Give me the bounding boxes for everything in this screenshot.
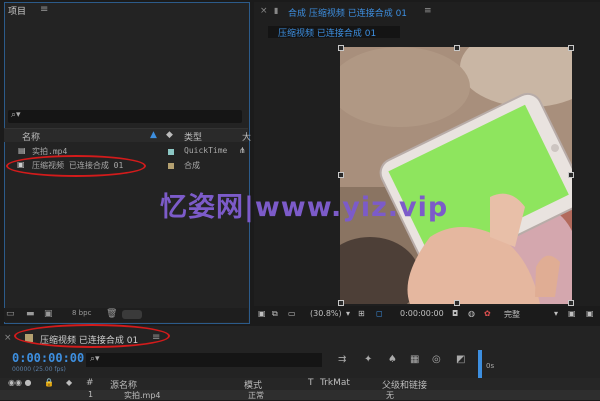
layer-index: 1 (88, 390, 94, 399)
layer-parent[interactable]: 无 (386, 390, 394, 401)
thumbnail-slider[interactable] (122, 310, 142, 319)
annotation-oval (6, 155, 146, 177)
zoom-value[interactable]: (30.8%) (310, 309, 342, 318)
close-icon[interactable]: × (260, 6, 268, 16)
view-layout-icon[interactable]: ▣ (586, 309, 594, 318)
viewer-tab-bar: × ▮ 合成 压缩视频 已连接合成 01 ≡ (254, 2, 600, 24)
composition-viewer: × ▮ 合成 压缩视频 已连接合成 01 ≡ 压缩视频 已连接合成 01 ▣ ⧉… (254, 2, 600, 324)
search-icon: ⌕▾ (90, 354, 100, 364)
viewer-menu-icon[interactable]: ≡ (424, 6, 432, 16)
region-icon[interactable]: ▭ (288, 309, 296, 318)
layer-mode[interactable]: 正常 (248, 390, 264, 401)
item-type: QuickTime (184, 146, 228, 155)
project-panel-title: 项目 (8, 7, 27, 17)
visibility-icon[interactable]: ◉◉ ● (8, 378, 31, 387)
viewer-subtab-label: 压缩视频 已连接合成 01 (278, 29, 377, 39)
trash-icon[interactable]: 🗑 (106, 309, 117, 319)
shy-layers-icon[interactable]: ♠ (388, 354, 397, 365)
lock-icon[interactable]: 🔒 (44, 378, 54, 387)
project-panel-footer: ▭ ▬ ▣ 8 bpc 🗑 (4, 308, 248, 322)
column-name[interactable]: 名称 (22, 130, 40, 143)
preview-icon[interactable]: ▣ (258, 309, 266, 318)
label-color-swatch[interactable] (168, 149, 174, 155)
timeline-panel: × 压缩视频 已连接合成 01 ≡ 0:00:00:00 00000 (25.0… (0, 324, 600, 400)
viewer-tab-title[interactable]: 合成 压缩视频 已连接合成 01 (288, 6, 407, 19)
lock-icon[interactable]: ▮ (274, 6, 278, 15)
transform-handle[interactable] (568, 45, 574, 51)
hierarchy-icon: ⋔ (239, 146, 246, 155)
project-column-header: 名称 ▲ ◆ 类型 大 (4, 128, 252, 143)
transform-handle[interactable] (454, 45, 460, 51)
frame-blending-icon[interactable]: ▦ (410, 354, 419, 365)
column-extra: 大 (242, 133, 252, 143)
quality-value[interactable]: 完整 (504, 309, 520, 320)
quality-dropdown-icon[interactable]: ▾ (554, 309, 558, 318)
sort-ascending-icon[interactable]: ▲ (150, 130, 157, 140)
phone-photo (340, 47, 572, 304)
toggle-transparency-icon[interactable]: ◻ (376, 309, 383, 318)
zoom-dropdown-icon[interactable]: ▾ (346, 309, 350, 318)
label-tag-icon: ◆ (66, 378, 73, 387)
draft-3d-icon[interactable]: ✦ (364, 354, 372, 365)
timeline-column-header: ◉◉ ● 🔒 ◆ # 源名称 模式 T TrkMat 父级和链接 (0, 378, 600, 391)
transform-handle[interactable] (338, 45, 344, 51)
fast-preview-icon[interactable]: ▣ (568, 309, 576, 318)
ruler-start-label: 0s (486, 362, 495, 370)
motion-blur-icon[interactable]: ◎ (432, 354, 441, 365)
viewer-subtab[interactable]: 压缩视频 已连接合成 01 (268, 26, 400, 39)
layer-source[interactable]: 实拍.mp4 (124, 390, 161, 401)
grid-icon[interactable]: ⊞ (358, 309, 365, 318)
timeline-timecode[interactable]: 0:00:00:00 (12, 351, 84, 365)
graph-editor-icon[interactable]: ◩ (456, 354, 465, 365)
column-t: T (308, 378, 314, 388)
close-icon[interactable]: × (4, 333, 12, 343)
panel-menu-icon[interactable]: ≡ (40, 4, 48, 15)
color-channel-icon[interactable]: ✿ (484, 309, 491, 318)
item-type: 合成 (184, 161, 200, 170)
mask-icon[interactable]: ⧉ (272, 309, 278, 319)
timeline-fps: 00000 (25.00 fps) (12, 366, 66, 373)
show-snapshot-icon[interactable]: ◍ (468, 309, 475, 318)
label-tag-icon: ◆ (166, 130, 173, 140)
new-composition-icon[interactable]: ▣ (44, 309, 53, 319)
transform-handle[interactable] (338, 172, 344, 178)
composition-canvas[interactable] (340, 47, 572, 304)
timeline-layer-row[interactable]: 1 实拍.mp4 正常 无 (0, 390, 600, 400)
interpret-footage-icon[interactable]: ▭ (6, 309, 15, 319)
column-number: # (86, 378, 94, 388)
column-type[interactable]: 类型 (184, 130, 202, 143)
watermark-text: 忆姿网|www.yiz.vip (160, 192, 449, 223)
timeline-search-input[interactable]: ⌕▾ (86, 353, 322, 367)
project-search-input[interactable]: ⌕▾ (8, 110, 242, 123)
annotation-oval (14, 324, 170, 348)
footage-file-icon: ▤ (18, 146, 26, 155)
label-color-swatch[interactable] (168, 163, 174, 169)
column-trkmat[interactable]: TrkMat (320, 378, 350, 388)
composition-mini-flowchart-icon[interactable]: ⇉ (338, 354, 346, 365)
viewer-footer: ▣ ⧉ ▭ (30.8%) ▾ ⊞ ◻ 0:00:00:00 ◘ ◍ ✿ 完整 … (254, 306, 600, 324)
search-icon: ⌕▾ (11, 110, 21, 120)
bpc-label[interactable]: 8 bpc (72, 309, 91, 317)
viewer-timecode[interactable]: 0:00:00:00 (400, 309, 444, 318)
transform-handle[interactable] (568, 172, 574, 178)
new-folder-icon[interactable]: ▬ (26, 309, 35, 319)
snapshot-icon[interactable]: ◘ (452, 309, 458, 318)
